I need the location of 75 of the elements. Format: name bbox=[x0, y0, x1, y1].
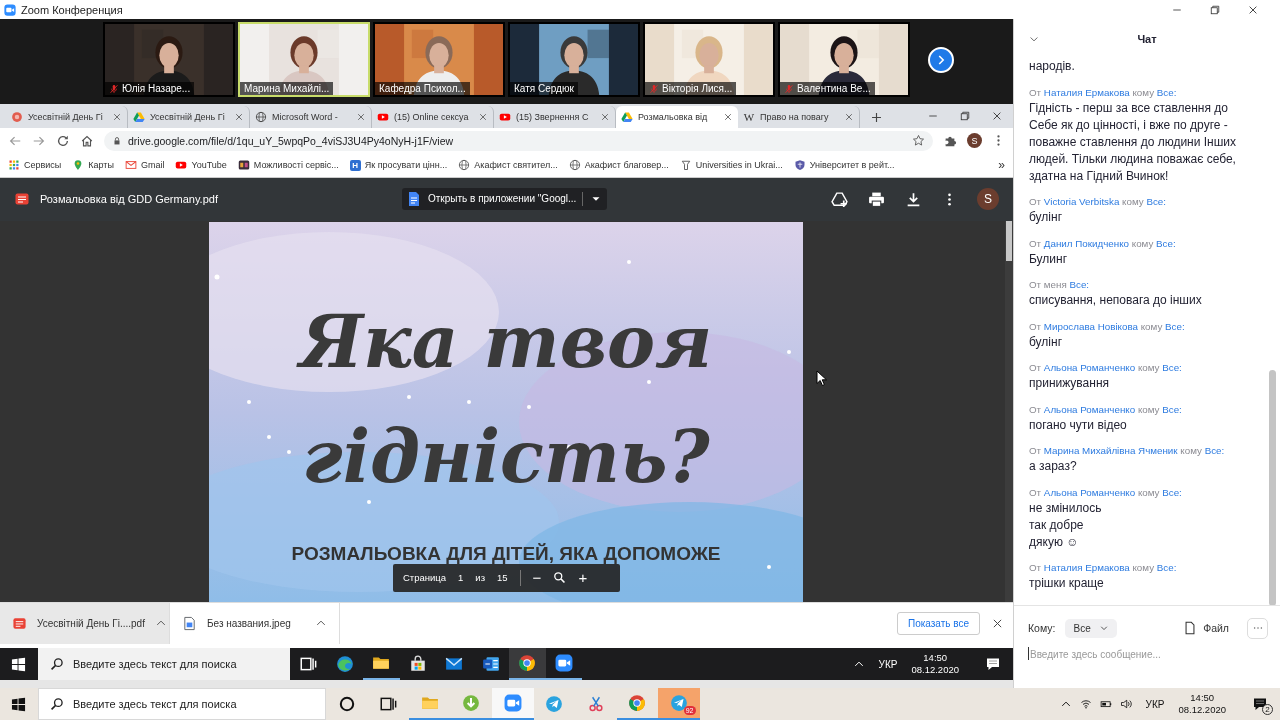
bookmark-letter-icon: H bbox=[349, 159, 361, 171]
message-text: Гідність - перш за все ставлення до Себе як до цінності, і вже по друге - поважне ставлення до людини Інших людей. Тільки людина поважає себе, здатна на Гідний Вчинок! bbox=[1029, 99, 1238, 185]
zoom-out-button[interactable]: − bbox=[532, 569, 542, 587]
download-item[interactable]: Усесвітній День Гі....pdf bbox=[0, 602, 170, 644]
bookmark[interactable]: Акафист святител... bbox=[458, 159, 558, 172]
message-text: булінг bbox=[1029, 333, 1064, 351]
bookmark[interactable]: H Як просувати цінн... bbox=[349, 159, 448, 171]
clock[interactable]: 14:50 08.12.2020 bbox=[1178, 692, 1226, 716]
message-text: погано чути відео bbox=[1029, 416, 1128, 434]
message-text: Булинг bbox=[1029, 250, 1069, 268]
address-bar[interactable]: drive.google.com/file/d/1qu_uY_5wpqPo_4viSJ3U4Py4oNyH-j1F/view bbox=[104, 130, 933, 151]
page-number-field[interactable]: 1 bbox=[458, 572, 464, 584]
page-label: Страница bbox=[403, 572, 447, 584]
message-text: так добре bbox=[1029, 516, 1085, 534]
page-title: гідність? bbox=[302, 412, 710, 501]
participant-name: Вікторія Лися... bbox=[645, 82, 737, 95]
profile-avatar[interactable]: S bbox=[967, 133, 982, 149]
browser-tab[interactable]: W Право на повагу bbox=[738, 105, 860, 128]
window-title: Zoom Конференция bbox=[21, 3, 123, 16]
page-subtitle: РОЗМАЛЬОВКА ДЛЯ ДІТЕЙ, ЯКА ДОПОМОЖЕ bbox=[291, 541, 721, 566]
bookmark[interactable]: Карты bbox=[72, 159, 114, 172]
message-text: народів. bbox=[1029, 58, 1076, 75]
recipient-dropdown[interactable]: Все bbox=[1065, 618, 1117, 638]
clock[interactable]: 14:50 08.12.2020 bbox=[911, 652, 959, 677]
participant-name: Валентина Ве... bbox=[780, 82, 875, 95]
bookmark[interactable]: Сервисы bbox=[8, 159, 62, 172]
bookmark[interactable]: Університет в рейт... bbox=[793, 159, 895, 172]
message-header: От Альона Романченко кому Все: bbox=[1029, 485, 1183, 500]
language-indicator[interactable]: УКР bbox=[1145, 698, 1165, 710]
browser-tab[interactable]: (15) Online сексуа bbox=[372, 105, 494, 128]
message-header: От Данил Покидченко кому Все: bbox=[1029, 236, 1177, 251]
message-text: булінг bbox=[1029, 209, 1064, 226]
bookmark[interactable]: YouTube bbox=[175, 159, 227, 172]
participant-name: Марина Михайлі... bbox=[240, 82, 334, 95]
zoom-in-button[interactable]: + bbox=[578, 569, 588, 587]
notification-count: 2 bbox=[1262, 704, 1273, 715]
file-button[interactable]: Файл bbox=[1183, 621, 1229, 635]
message-text: списування, неповага до інших bbox=[1029, 292, 1203, 309]
favicon-letter: W bbox=[743, 110, 755, 123]
browser-tab[interactable]: Усесвітній День Гі bbox=[128, 105, 250, 128]
message-text: не змінилось bbox=[1029, 499, 1103, 517]
message-header: От Альона Романченко кому Все: bbox=[1029, 361, 1183, 375]
browser-tab[interactable]: Microsoft Word - bbox=[250, 105, 372, 128]
search-field[interactable]: Введите здесь текст для поиска bbox=[38, 688, 326, 720]
browser-tab[interactable]: Розмальовка від bbox=[616, 105, 738, 128]
recipient-label: Кому: bbox=[1028, 622, 1056, 634]
show-all-button[interactable]: Показать все bbox=[896, 611, 980, 635]
message-text: трішки краще bbox=[1029, 575, 1105, 592]
participant-name: Катя Сердюк bbox=[510, 82, 578, 95]
bookmark[interactable]: Можливості сервіс... bbox=[237, 159, 339, 172]
page-count: 15 bbox=[497, 572, 508, 584]
more-bookmarks[interactable]: » bbox=[998, 158, 1005, 173]
message-text: а зараз? bbox=[1029, 458, 1078, 475]
bookmark[interactable]: Акафист благовер... bbox=[568, 159, 669, 172]
message-header: От Мирослава Новікова кому Все: bbox=[1029, 319, 1186, 334]
download-item[interactable]: Без названия.jpeg bbox=[170, 602, 340, 644]
message-header: От Наталия Ермакова кому Все: bbox=[1029, 561, 1178, 575]
browser-tab[interactable]: Усесвітній День Гі bbox=[6, 105, 128, 128]
open-with-button[interactable]: Открыть в приложении "Googl... bbox=[402, 187, 608, 210]
language-indicator[interactable]: УКР bbox=[878, 658, 898, 670]
message-text: дякую ☺ bbox=[1029, 533, 1080, 551]
message-text: принижування bbox=[1029, 375, 1111, 392]
message-header: От меня Все: bbox=[1029, 278, 1091, 292]
message-header: От Марина Михайлівна Ячменик кому Все: bbox=[1029, 444, 1226, 458]
message-header: От Альона Романченко кому Все: bbox=[1029, 402, 1183, 417]
file-name: Розмальовка від GDD Germany.pdf bbox=[40, 193, 218, 206]
bookmark[interactable]: Gmail bbox=[124, 159, 165, 172]
participant-name: Кафедра Психол... bbox=[375, 82, 470, 95]
message-header: От Наталия Ермакова кому Все: bbox=[1029, 85, 1178, 100]
message-header: От Victoria Verbitska кому Все: bbox=[1029, 195, 1167, 209]
panel-title: Чат bbox=[1137, 32, 1157, 45]
page-of-label: из bbox=[475, 572, 486, 584]
participant-name: Юлія Назаре... bbox=[105, 82, 195, 95]
profile-avatar[interactable]: S bbox=[977, 188, 999, 211]
bookmark[interactable]: Universities in Ukrai... bbox=[679, 159, 783, 172]
